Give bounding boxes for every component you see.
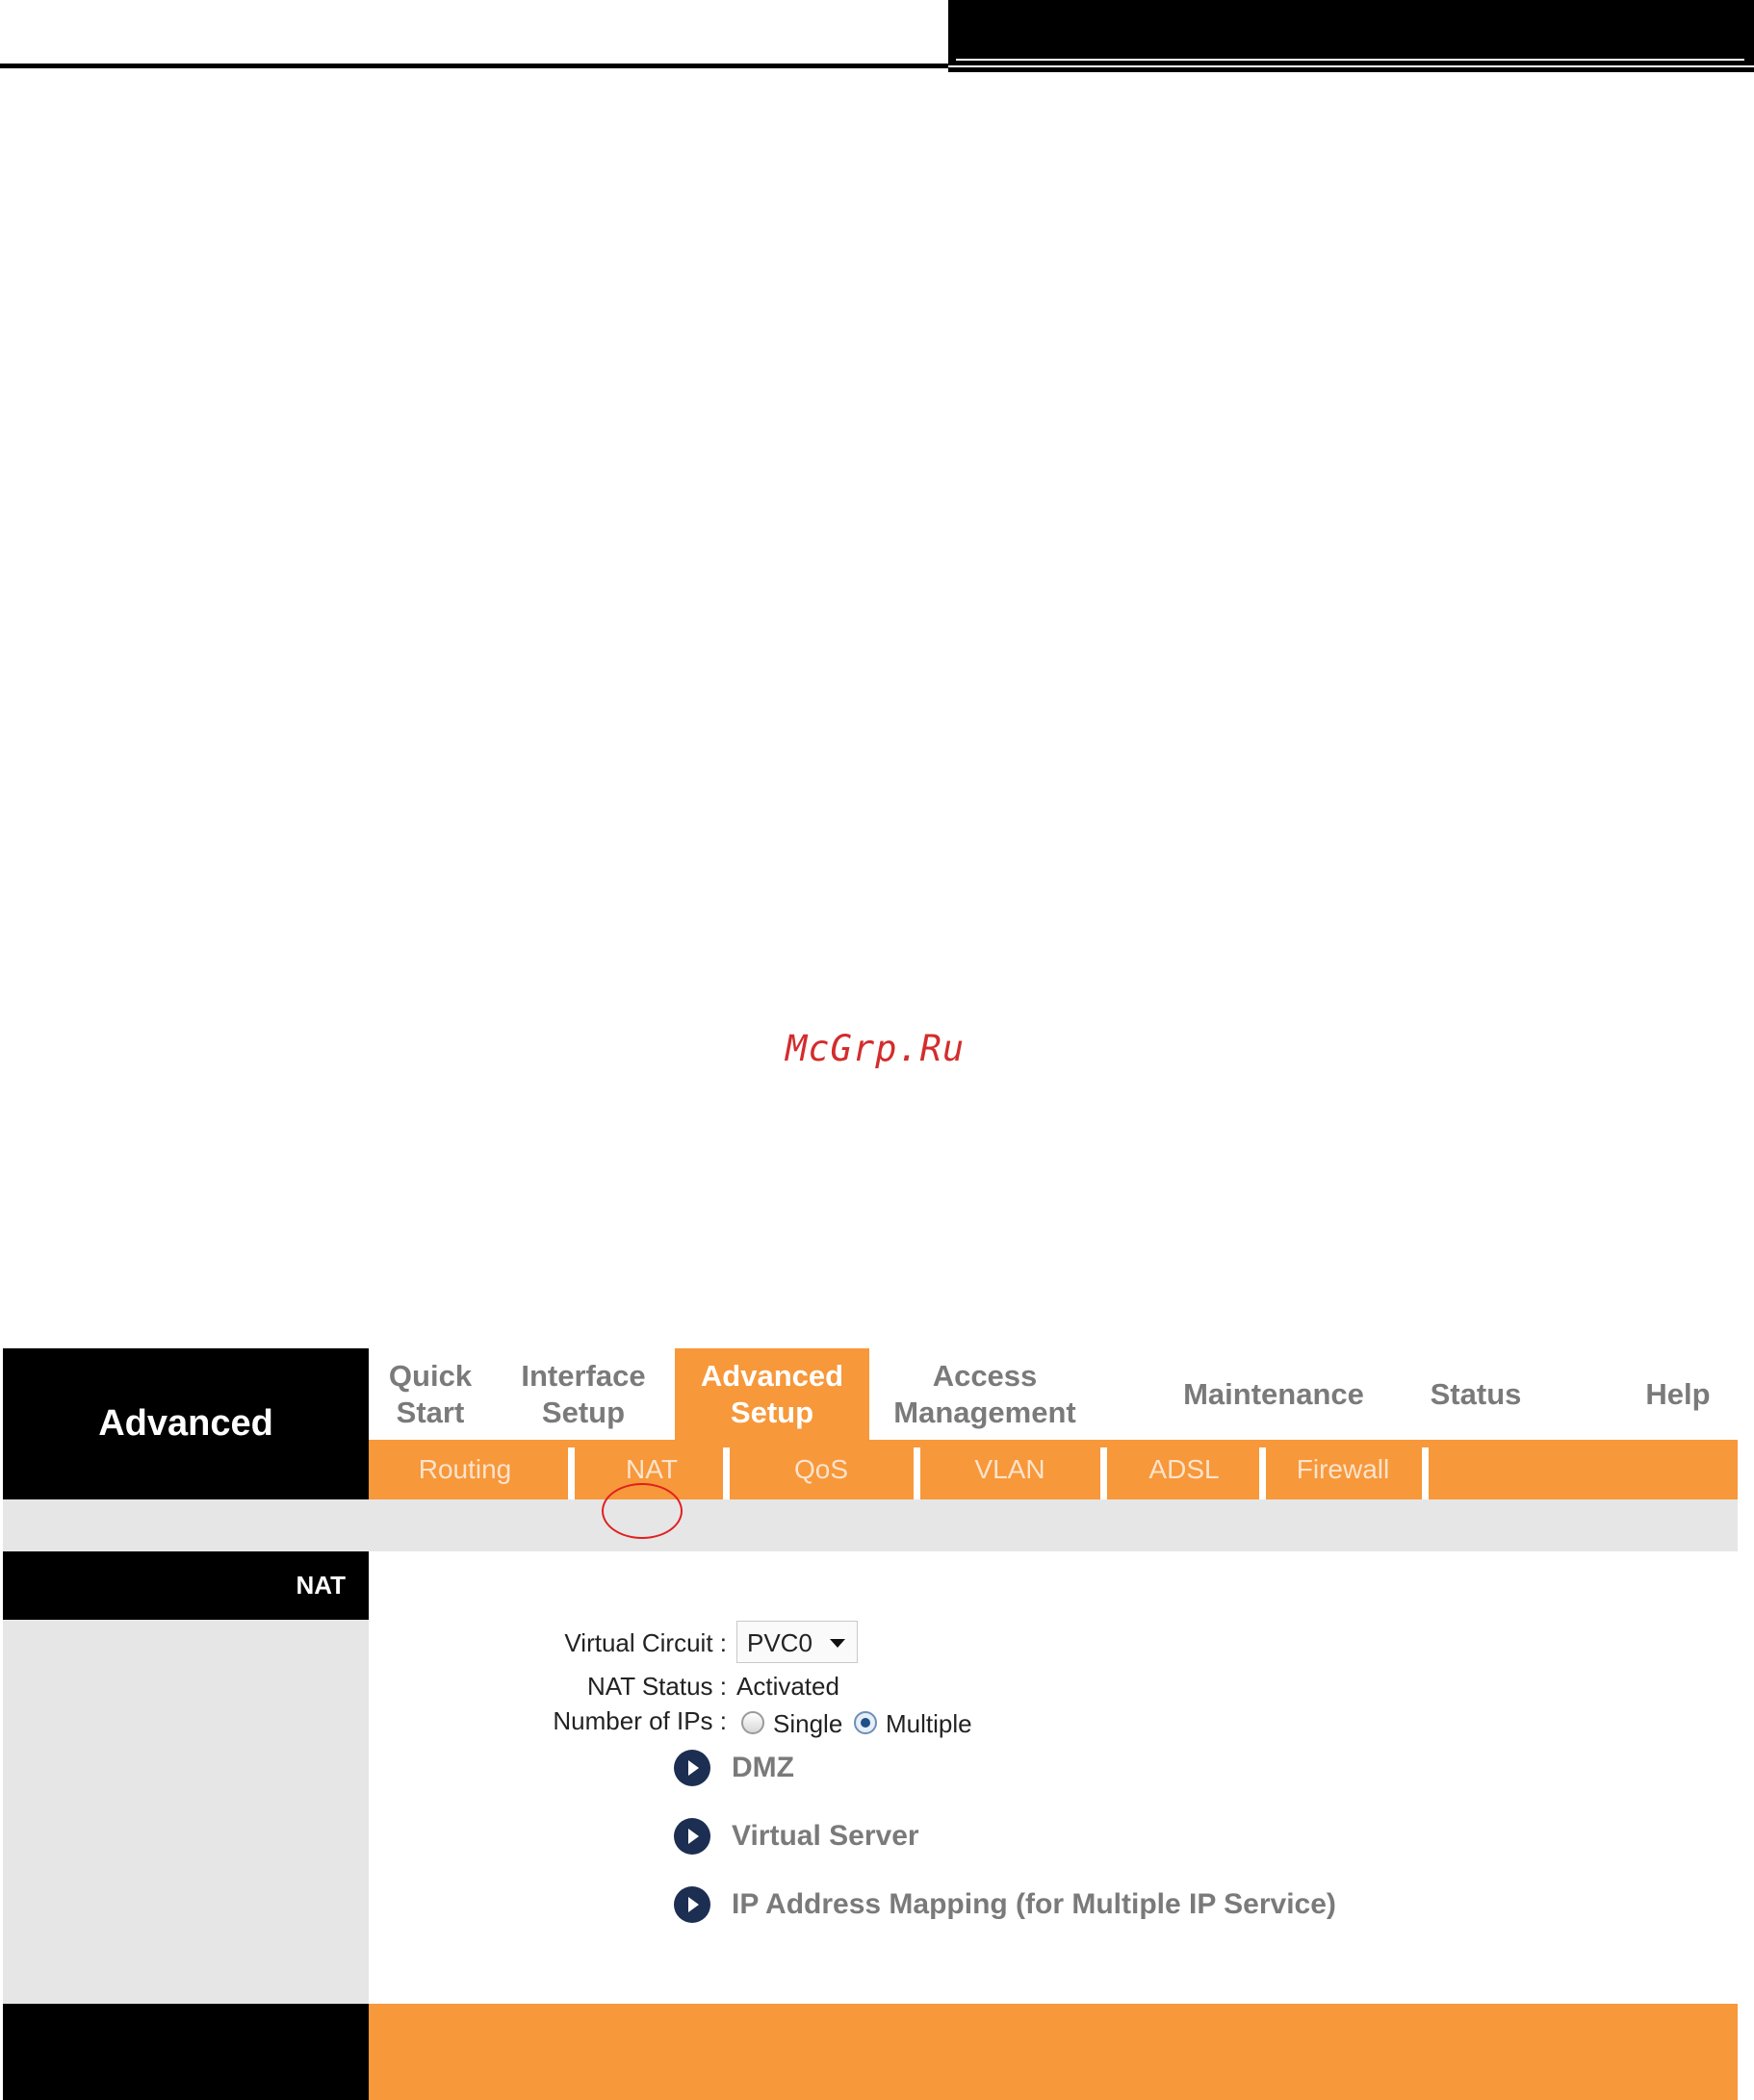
virtual-circuit-label: Virtual Circuit :	[564, 1628, 727, 1657]
main-nav-tabs: Quick Start Interface Setup Advanced Setup …	[369, 1348, 1738, 1440]
page-header-rule	[0, 64, 948, 68]
watermark: McGrp.Ru	[786, 1028, 966, 1069]
subtab-routing[interactable]: Routing	[369, 1440, 561, 1499]
subtab-qos[interactable]: QoS	[730, 1440, 913, 1499]
subtab-separator	[723, 1447, 730, 1499]
tab-advanced-setup[interactable]: Advanced Setup	[675, 1348, 869, 1440]
virtual-circuit-value: PVC0	[747, 1628, 813, 1657]
radio-multiple-label: Multiple	[886, 1709, 972, 1738]
breadcrumb-bar	[3, 1499, 1738, 1551]
tab-status[interactable]: Status	[1418, 1348, 1534, 1440]
tab-quick-start[interactable]: Quick Start	[369, 1348, 492, 1440]
nat-settings-panel: Virtual Circuit : PVC0 NAT Status : Acti…	[369, 1551, 1738, 2004]
number-of-ips-label: Number of IPs :	[553, 1706, 727, 1735]
virtual-circuit-select[interactable]: PVC0	[736, 1621, 858, 1663]
radio-single-label: Single	[773, 1709, 843, 1738]
sub-nav-bar: Routing NAT QoS VLAN ADSL Firewall	[369, 1440, 1738, 1499]
chevron-down-icon	[830, 1639, 845, 1648]
link-virtual-server[interactable]: Virtual Server	[674, 1818, 919, 1855]
link-ip-address-mapping[interactable]: IP Address Mapping (for Multiple IP Serv…	[674, 1886, 1336, 1923]
arrow-right-circle-icon	[674, 1818, 710, 1855]
tab-maintenance[interactable]: Maintenance	[1168, 1348, 1380, 1440]
link-dmz[interactable]: DMZ	[674, 1750, 794, 1786]
section-title: Advanced	[3, 1348, 369, 1499]
tab-help[interactable]: Help	[1630, 1348, 1726, 1440]
subtab-vlan[interactable]: VLAN	[920, 1440, 1099, 1499]
subtab-separator	[914, 1447, 920, 1499]
arrow-right-circle-icon	[674, 1750, 710, 1786]
page-header-block	[948, 0, 1754, 72]
footer-bar	[369, 2004, 1738, 2100]
subtab-separator	[568, 1447, 575, 1499]
nat-status-label: NAT Status :	[587, 1672, 727, 1701]
subtab-separator	[1100, 1447, 1107, 1499]
nat-status-value: Activated	[736, 1672, 839, 1701]
header-bottom-rule	[948, 67, 1754, 72]
tab-interface-setup[interactable]: Interface Setup	[500, 1348, 667, 1440]
tab-access-management[interactable]: Access Management	[879, 1348, 1091, 1440]
arrow-right-circle-icon	[674, 1886, 710, 1923]
radio-multiple[interactable]	[854, 1711, 877, 1734]
radio-single[interactable]	[741, 1711, 764, 1734]
router-admin-ui: Advanced Quick Start Interface Setup Advan…	[3, 1348, 1738, 2100]
subtab-adsl[interactable]: ADSL	[1107, 1440, 1261, 1499]
subtab-separator	[1259, 1447, 1266, 1499]
section-label-nat: NAT	[3, 1551, 369, 1620]
footer-left-block	[3, 2004, 369, 2100]
annotation-circle	[602, 1483, 683, 1539]
subtab-firewall[interactable]: Firewall	[1266, 1440, 1420, 1499]
header-inner-rule	[956, 59, 1744, 61]
subtab-separator	[1422, 1447, 1429, 1499]
